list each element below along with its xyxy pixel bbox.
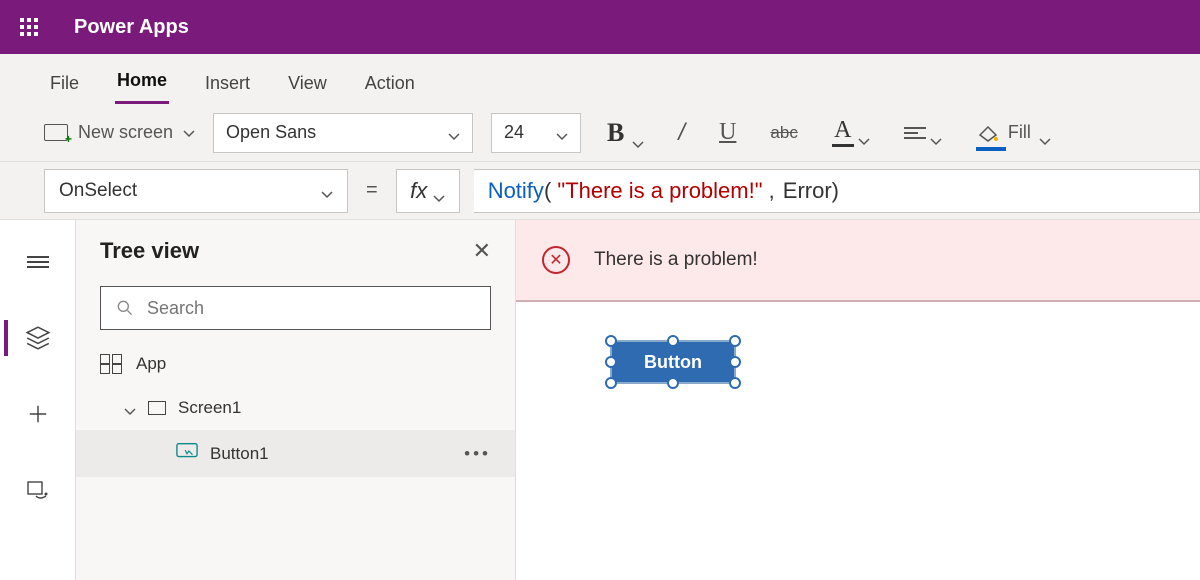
resize-handle[interactable] (729, 377, 741, 389)
font-selector[interactable]: Open Sans (213, 113, 473, 153)
property-value: OnSelect (59, 180, 137, 202)
menu-bar: File Home Insert View Action (0, 54, 1200, 104)
chevron-down-icon (556, 127, 568, 139)
toolbar: New screen Open Sans 24 B / U abc A Fill (0, 104, 1200, 162)
formula-fn: Notify (488, 178, 544, 204)
screen-icon (148, 401, 166, 415)
resize-handle[interactable] (729, 335, 741, 347)
tree-item-button[interactable]: Button1 ••• (76, 430, 515, 477)
fx-icon: fx (410, 178, 427, 204)
italic-button[interactable]: / (670, 119, 693, 147)
tree-title: Tree view (100, 238, 199, 264)
canvas-button-control[interactable]: Button (610, 340, 736, 384)
left-rail (0, 220, 76, 580)
title-bar: Power Apps (0, 0, 1200, 54)
chevron-down-icon (858, 127, 870, 139)
chevron-down-icon (448, 127, 460, 139)
app-launcher-icon[interactable] (20, 18, 38, 36)
font-color-button[interactable]: A (824, 118, 878, 147)
resize-handle[interactable] (605, 356, 617, 368)
formula-string: "There is a problem!" (557, 178, 762, 204)
menu-insert[interactable]: Insert (203, 63, 252, 104)
underline-button[interactable]: U (711, 119, 744, 146)
new-screen-button[interactable]: New screen (44, 122, 195, 143)
rail-insert[interactable] (18, 394, 58, 434)
formula-bar: OnSelect = fx Notify( "There is a proble… (0, 162, 1200, 220)
work-surface: Tree view ✕ App Screen1 Button1 ••• (0, 220, 1200, 580)
tree-app-label: App (136, 354, 166, 374)
chevron-down-icon (183, 127, 195, 139)
tree-close-button[interactable]: ✕ (473, 238, 491, 264)
error-icon: ✕ (542, 246, 570, 274)
new-screen-label: New screen (78, 122, 173, 143)
font-size-value: 24 (504, 122, 524, 143)
tree-item-app[interactable]: App (76, 342, 515, 386)
formula-arg2: Error (783, 178, 832, 204)
notification-text: There is a problem! (594, 249, 758, 271)
more-menu-icon[interactable]: ••• (464, 444, 491, 464)
strikethrough-button[interactable]: abc (762, 123, 805, 143)
canvas[interactable]: ✕ There is a problem! Button (516, 220, 1200, 580)
tree-button-label: Button1 (210, 444, 269, 464)
app-title: Power Apps (74, 16, 189, 39)
paint-bucket-icon (976, 121, 1000, 145)
canvas-button-text: Button (644, 352, 702, 373)
align-button[interactable] (896, 124, 950, 142)
fx-button[interactable]: fx (396, 169, 460, 213)
menu-file[interactable]: File (48, 63, 81, 104)
tree-search[interactable] (100, 286, 491, 330)
resize-handle[interactable] (667, 377, 679, 389)
search-icon (115, 298, 135, 318)
app-icon (100, 354, 124, 374)
formula-input[interactable]: Notify( "There is a problem!" ,Error) (474, 169, 1200, 213)
rail-tree-view[interactable] (18, 318, 58, 358)
chevron-down-icon (124, 403, 136, 415)
fill-label: Fill (1008, 122, 1031, 143)
chevron-down-icon (632, 127, 644, 139)
rail-hamburger[interactable] (18, 242, 58, 282)
new-screen-icon (44, 124, 68, 141)
rail-media[interactable] (18, 470, 58, 510)
notification-banner: ✕ There is a problem! (516, 220, 1200, 302)
menu-view[interactable]: View (286, 63, 329, 104)
button-node-icon (176, 442, 198, 465)
chevron-down-icon (1039, 127, 1051, 139)
resize-handle[interactable] (605, 335, 617, 347)
resize-handle[interactable] (605, 377, 617, 389)
chevron-down-icon (433, 185, 445, 197)
resize-handle[interactable] (729, 356, 741, 368)
bold-button[interactable]: B (599, 118, 652, 148)
tree-search-input[interactable] (147, 298, 476, 319)
menu-action[interactable]: Action (363, 63, 417, 104)
chevron-down-icon (930, 127, 942, 139)
font-size-selector[interactable]: 24 (491, 113, 581, 153)
resize-handle[interactable] (667, 335, 679, 347)
tree-panel: Tree view ✕ App Screen1 Button1 ••• (76, 220, 516, 580)
property-selector[interactable]: OnSelect (44, 169, 348, 213)
tree-item-screen[interactable]: Screen1 (76, 386, 515, 430)
menu-home[interactable]: Home (115, 60, 169, 104)
font-value: Open Sans (226, 122, 316, 143)
tree-screen-label: Screen1 (178, 398, 241, 418)
equals-sign: = (362, 179, 382, 202)
fill-button[interactable]: Fill (968, 121, 1059, 145)
chevron-down-icon (321, 185, 333, 197)
